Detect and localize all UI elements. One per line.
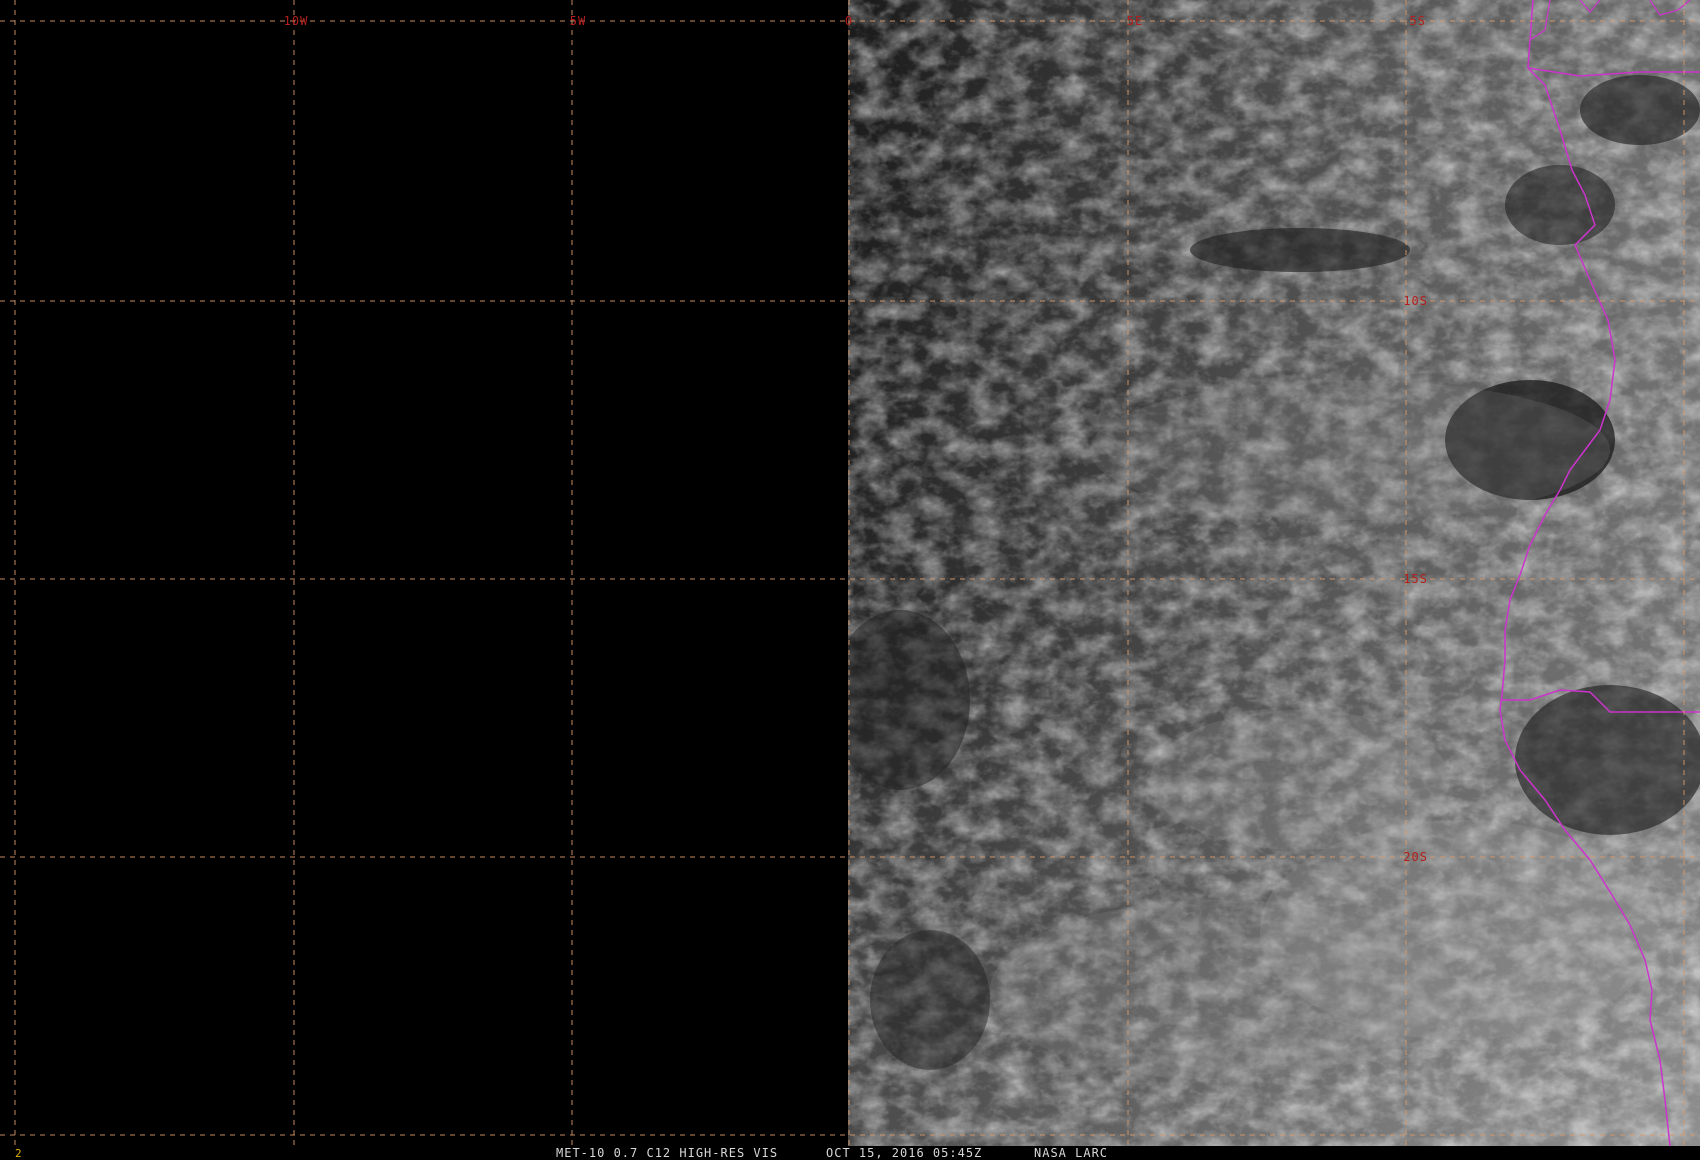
timestamp-caption: OCT 15, 2016 05:45Z <box>826 1146 983 1160</box>
longitude-label-10w: 10W <box>283 14 309 28</box>
map-area: 10W 5W 0 5E 5S 10S 15S 20S <box>0 0 1700 1146</box>
satellite-imagery <box>0 0 1700 1146</box>
latitude-label-20s: 20S <box>1403 850 1428 864</box>
source-caption: NASA LARC <box>1034 1146 1109 1160</box>
longitude-label-0: 0 <box>844 14 854 28</box>
satellite-image-frame: 10W 5W 0 5E 5S 10S 15S 20S 2 MET-10 0.7 … <box>0 0 1700 1160</box>
day-region <box>848 0 1700 1146</box>
longitude-label-5w: 5W <box>569 14 587 28</box>
longitude-label-5e: 5E <box>1126 14 1144 28</box>
night-region <box>0 0 848 1146</box>
latitude-label-15s: 15S <box>1403 572 1428 586</box>
caption-bar: 2 MET-10 0.7 C12 HIGH-RES VIS OCT 15, 20… <box>0 1146 1700 1160</box>
product-caption: MET-10 0.7 C12 HIGH-RES VIS <box>556 1146 779 1160</box>
latitude-label-10s: 10S <box>1403 294 1428 308</box>
latitude-label-5s: 5S <box>1409 14 1426 28</box>
frame-number: 2 <box>15 1147 22 1160</box>
